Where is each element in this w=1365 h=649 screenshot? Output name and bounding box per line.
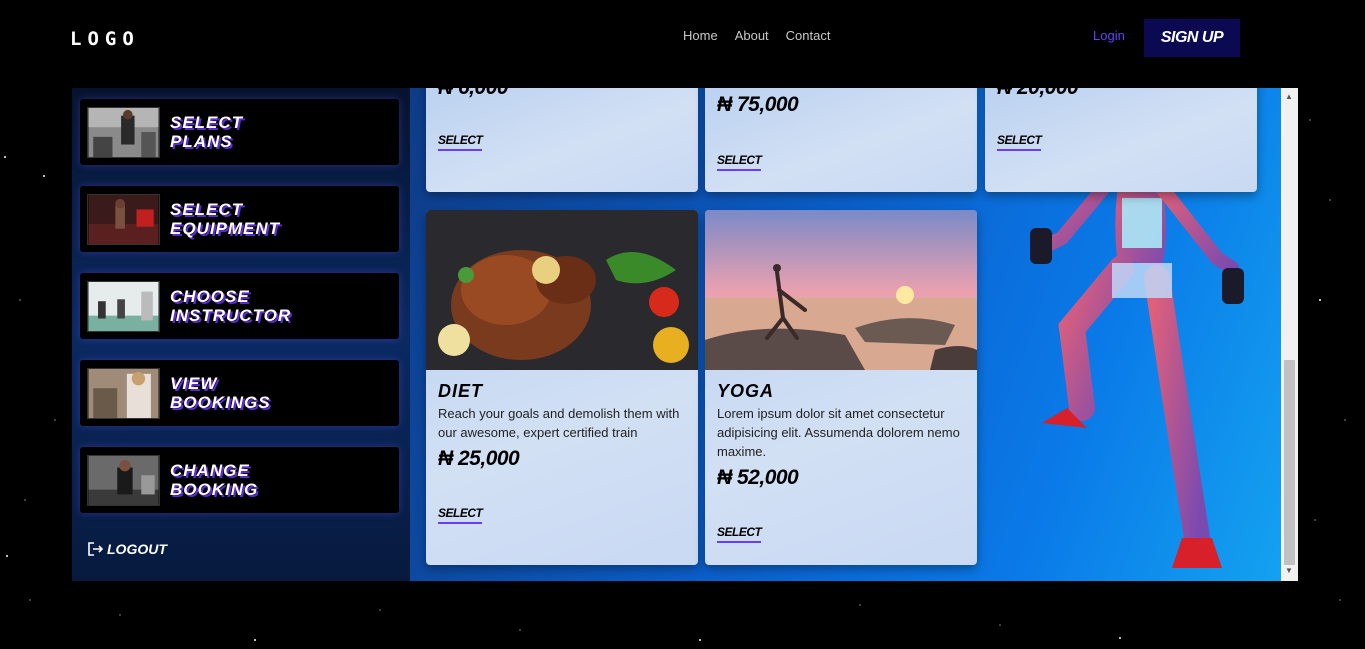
plan-card-diet: DIET Reach your goals and demolish them … [426,210,698,565]
logout-button[interactable]: LOGOUT [88,541,167,557]
sidebar-item-label: VIEW BOOKINGS [170,374,271,412]
signup-button[interactable]: SIGN UP [1144,19,1240,57]
logout-icon [88,542,104,556]
select-button[interactable]: SELECT [717,525,762,543]
gym-thumbnail [87,106,160,158]
bookings-thumbnail [87,367,160,419]
select-button[interactable]: SELECT [438,506,483,524]
sidebar-item-label: SELECT EQUIPMENT [170,200,281,238]
content-scrollbar[interactable]: ▲ ▼ [1281,88,1298,581]
diet-image [426,210,698,370]
scrollbar-thumb[interactable] [1284,360,1295,565]
yoga-image [705,210,977,370]
plan-card: ₦ 20,000 SELECT [985,88,1257,192]
logout-label: LOGOUT [107,541,167,557]
scroll-up-arrow-icon[interactable]: ▲ [1285,92,1293,101]
plan-card-yoga: YOGA Lorem ipsum dolor sit amet consecte… [705,210,977,565]
plan-price: ₦ 75,000 [717,93,799,116]
plan-price: ₦ 25,000 [438,447,520,470]
sidebar-item-label: SELECT PLANS [170,113,244,151]
card-title: YOGA [717,381,775,401]
sidebar-item-select-equipment[interactable]: SELECT EQUIPMENT [80,186,399,252]
plan-price: ₦ 6,000 [438,88,509,100]
plan-card: ₦ 6,000 SELECT [426,88,698,192]
sidebar: SELECT PLANS SELECT EQUIPMENT CHOOSE INS… [72,88,410,581]
main-nav: Home About Contact [683,28,830,43]
scroll-down-arrow-icon[interactable]: ▼ [1285,566,1293,575]
nav-about[interactable]: About [735,28,769,43]
login-link[interactable]: Login [1093,28,1125,43]
sidebar-item-choose-instructor[interactable]: CHOOSE INSTRUCTOR [80,273,399,339]
card-title: DIET [438,381,484,401]
card-description: Lorem ipsum dolor sit amet consectetur a… [717,406,960,459]
change-booking-thumbnail [87,454,160,506]
select-button[interactable]: SELECT [438,133,483,151]
logo[interactable]: LOGO [70,28,140,50]
select-button[interactable]: SELECT [997,133,1042,151]
plan-card: ₦ 75,000 SELECT [705,88,977,192]
sidebar-item-label: CHOOSE INSTRUCTOR [170,287,292,325]
sidebar-item-change-booking[interactable]: CHANGE BOOKING [80,447,399,513]
card-description: Reach your goals and demolish them with … [438,406,680,440]
plan-price: ₦ 20,000 [997,88,1079,100]
instructor-thumbnail [87,280,160,332]
sidebar-item-label: CHANGE BOOKING [170,461,259,499]
plan-price: ₦ 52,000 [717,466,799,489]
select-button[interactable]: SELECT [717,153,762,171]
sidebar-item-view-bookings[interactable]: VIEW BOOKINGS [80,360,399,426]
dashboard-frame: SELECT PLANS SELECT EQUIPMENT CHOOSE INS… [72,88,1298,581]
nav-contact[interactable]: Contact [786,28,831,43]
sidebar-item-select-plans[interactable]: SELECT PLANS [80,99,399,165]
nav-home[interactable]: Home [683,28,718,43]
header: LOGO Home About Contact Login SIGN UP [0,0,1365,88]
equipment-thumbnail [87,193,160,245]
